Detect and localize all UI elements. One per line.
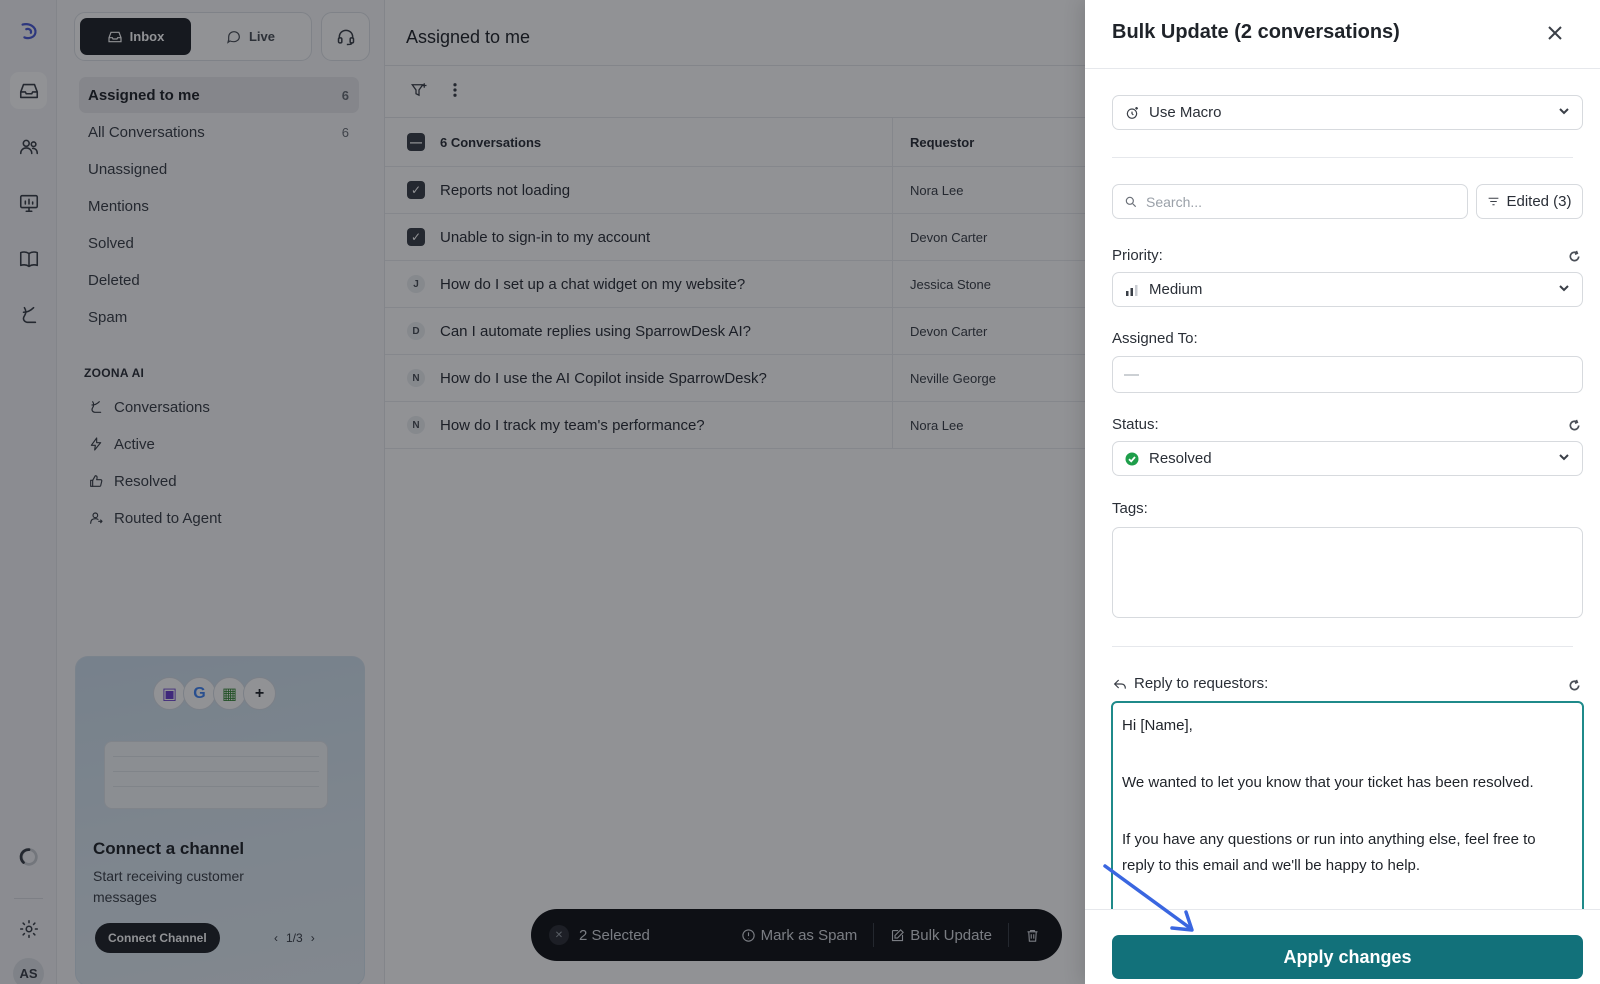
tags-input[interactable] (1112, 527, 1583, 618)
status-label: Status: (1112, 416, 1159, 433)
reset-status-icon[interactable] (1568, 419, 1581, 432)
edited-filter-label: Edited (3) (1506, 193, 1572, 210)
fields-search-input[interactable]: Search... (1112, 184, 1468, 219)
reply-line: If you have any questions or run into an… (1122, 831, 1536, 874)
bulk-update-drawer: Bulk Update (2 conversations) Use Macro … (1085, 0, 1600, 984)
close-icon[interactable] (1544, 22, 1566, 44)
tags-divider (1112, 646, 1573, 647)
priority-select[interactable]: Medium (1112, 272, 1583, 307)
apply-changes-button[interactable]: Apply changes (1112, 935, 1583, 979)
chevron-down-icon (1557, 104, 1571, 122)
reply-line: Hi [Name], (1122, 717, 1193, 734)
signal-bars-icon (1124, 282, 1140, 298)
priority-label: Priority: (1112, 247, 1163, 264)
status-value: Resolved (1149, 450, 1212, 467)
use-macro-select[interactable]: Use Macro (1112, 95, 1583, 130)
reply-icon (1113, 679, 1126, 689)
search-icon (1125, 196, 1137, 207)
tags-label: Tags: (1112, 500, 1148, 517)
reset-reply-icon[interactable] (1568, 679, 1581, 692)
chevron-down-icon (1557, 450, 1571, 468)
use-macro-label: Use Macro (1149, 104, 1222, 121)
assigned-to-value: — (1124, 366, 1139, 383)
modal-backdrop[interactable] (0, 0, 1085, 984)
reply-label-text: Reply to requestors: (1134, 675, 1269, 692)
check-circle-icon (1124, 451, 1140, 467)
filter-lines-icon (1489, 197, 1499, 206)
chevron-down-icon (1557, 281, 1571, 299)
reply-line: We wanted to let you know that your tick… (1122, 774, 1534, 791)
assigned-to-select[interactable]: — (1112, 356, 1583, 393)
reply-label: Reply to requestors: (1112, 675, 1268, 692)
priority-value: Medium (1149, 281, 1203, 298)
drawer-title: Bulk Update (2 conversations) (1112, 21, 1400, 43)
reply-textarea[interactable]: Hi [Name], We wanted to let you know tha… (1111, 701, 1584, 921)
drawer-header-divider (1085, 68, 1600, 69)
reset-priority-icon[interactable] (1568, 250, 1581, 263)
status-select[interactable]: Resolved (1112, 441, 1583, 476)
edited-filter-button[interactable]: Edited (3) (1476, 184, 1583, 219)
macro-divider (1112, 157, 1573, 158)
search-placeholder: Search... (1146, 193, 1203, 210)
macro-icon (1124, 105, 1140, 121)
assigned-to-label: Assigned To: (1112, 330, 1198, 347)
